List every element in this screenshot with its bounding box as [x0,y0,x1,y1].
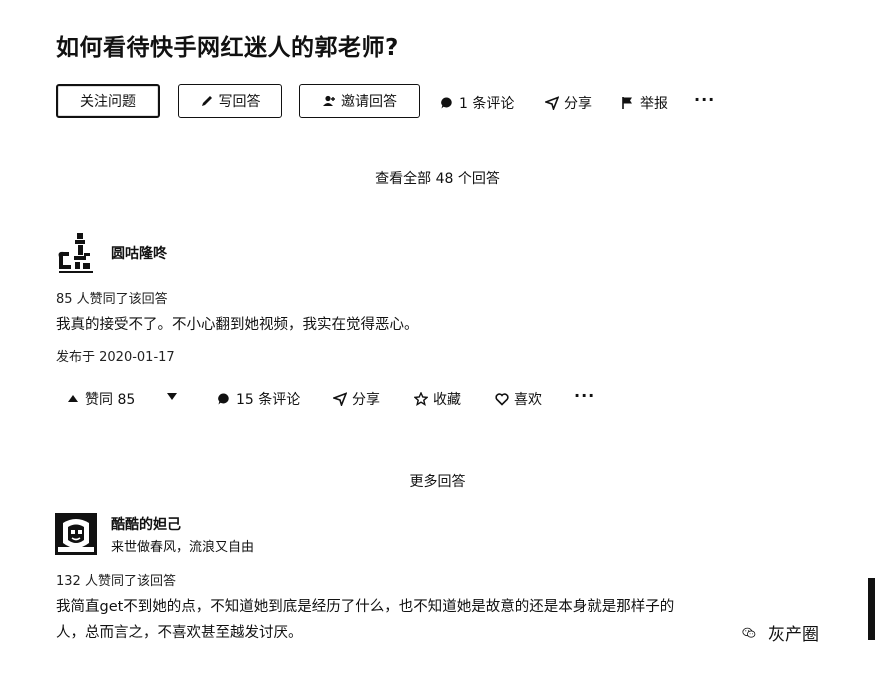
upvote-label: 赞同 85 [85,392,136,408]
invite-answer-button[interactable]: 邀请回答 [299,84,420,118]
question-title: 如何看待快手网红迷人的郭老师? [56,35,399,61]
invite-user-icon [322,94,336,108]
heart-icon [495,392,509,406]
question-comments-label: 1 条评论 [459,96,515,112]
answer-more-button[interactable]: ··· [574,386,595,405]
write-answer-button[interactable]: 写回答 [178,84,282,118]
question-more-button[interactable]: ··· [694,90,715,109]
follow-question-label: 关注问题 [80,94,136,110]
view-all-answers-link[interactable]: 查看全部 48 个回答 [0,168,875,188]
upvote-button[interactable]: 赞同 85 [66,389,135,409]
answer-share-label: 分享 [352,392,380,408]
answer-content: 我简直get不到她的点，不知道她到底是经历了什么，也不知道她是故意的还是本身就是… [56,594,816,646]
more-answers-link[interactable]: 更多回答 [0,471,875,491]
triangle-up-icon [66,392,80,406]
scrollbar-thumb[interactable] [868,578,875,640]
avatar[interactable] [55,231,97,273]
collect-button[interactable]: 收藏 [414,389,461,409]
question-comments-button[interactable]: 1 条评论 [440,93,514,113]
comment-icon [440,96,454,110]
invite-answer-label: 邀请回答 [341,94,397,110]
question-share-button[interactable]: 分享 [545,93,592,113]
question-report-button[interactable]: 举报 [621,93,668,113]
question-share-label: 分享 [564,96,592,112]
watermark: 灰产圈 [736,620,819,645]
answer-comments-button[interactable]: 15 条评论 [217,389,300,409]
author-name[interactable]: 圆咕隆咚 [111,243,167,263]
comment-icon [217,392,231,406]
answer-date: 发布于 2020-01-17 [56,350,175,365]
triangle-down-icon [165,389,179,403]
avatar[interactable] [55,513,97,555]
like-label: 喜欢 [514,392,542,408]
follow-question-button[interactable]: 关注问题 [56,84,160,118]
watermark-text: 灰产圈 [768,625,819,645]
upvote-count-line: 85 人赞同了该回答 [56,292,168,307]
answer-content: 我真的接受不了。不小心翻到她视频，我实在觉得恶心。 [56,317,419,333]
downvote-button[interactable] [165,389,179,403]
pencil-icon [200,94,214,108]
star-icon [414,392,428,406]
write-answer-label: 写回答 [218,94,261,110]
answer-content-line-1: 我简直get不到她的点，不知道她到底是经历了什么，也不知道她是故意的还是本身就是… [56,599,675,615]
upvote-count-line: 132 人赞同了该回答 [56,574,176,589]
answer-content-line-2: 人，总而言之，不喜欢甚至越发讨厌。 [56,625,303,641]
wechat-icon [736,622,762,644]
question-report-label: 举报 [640,96,668,112]
share-icon [545,96,559,110]
collect-label: 收藏 [433,392,461,408]
answer-share-button[interactable]: 分享 [333,389,380,409]
author-bio: 来世做春风，流浪又自由 [111,540,255,555]
answer-comments-label: 15 条评论 [236,392,301,408]
like-button[interactable]: 喜欢 [495,389,542,409]
author-name[interactable]: 酷酷的妲己 [111,514,181,534]
flag-icon [621,96,635,110]
share-icon [333,392,347,406]
